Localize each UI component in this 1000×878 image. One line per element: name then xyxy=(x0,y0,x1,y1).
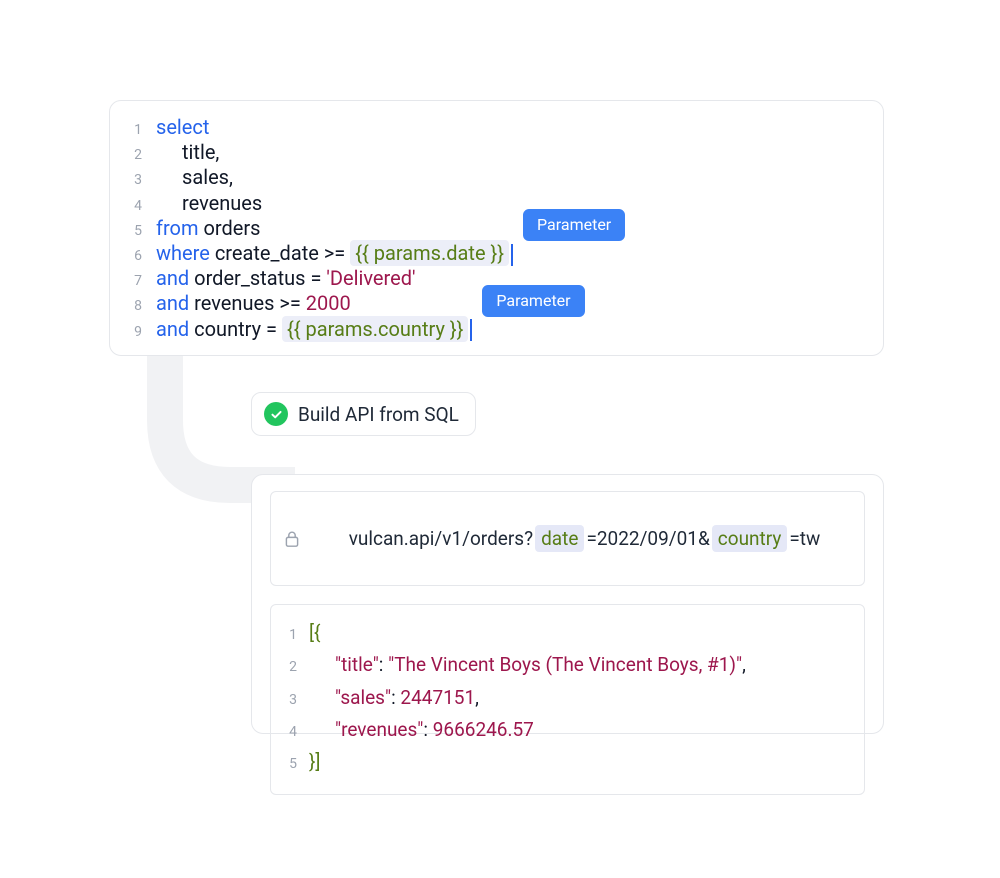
line-number: 7 xyxy=(128,273,156,291)
code-content: select xyxy=(156,115,209,140)
code-line: 3sales, xyxy=(128,165,865,190)
lock-icon xyxy=(283,529,301,549)
api-url-bar: vulcan.api/v1/orders?date=2022/09/01&cou… xyxy=(270,491,865,586)
check-circle-icon xyxy=(264,402,288,426)
code-line: 3"sales": 2447151, xyxy=(285,682,850,714)
api-url-text: vulcan.api/v1/orders?date=2022/09/01&cou… xyxy=(311,502,820,575)
code-content: sales, xyxy=(156,165,233,190)
line-number: 1 xyxy=(285,624,309,648)
parameter-tag: Parameter xyxy=(482,285,584,317)
template-parameter: {{ params.country }} xyxy=(282,316,468,342)
code-line: 1select xyxy=(128,115,865,140)
code-line: 4revenues xyxy=(128,191,865,216)
text-cursor xyxy=(470,319,472,341)
json-response-box: 1[{2"title": "The Vincent Boys (The Vinc… xyxy=(270,604,865,795)
line-number: 1 xyxy=(128,122,156,140)
code-content: }] xyxy=(309,746,320,778)
code-content: where create_date >= {{ params.date }} xyxy=(156,241,513,266)
line-number: 3 xyxy=(285,689,309,713)
code-line: 5from orders xyxy=(128,216,865,241)
sql-editor-panel: 1select2title,3sales,4revenues5from orde… xyxy=(109,100,884,356)
parameter-tag: Parameter xyxy=(523,209,625,241)
code-line: 5}] xyxy=(285,746,850,778)
code-line: 6where create_date >= {{ params.date }}P… xyxy=(128,241,865,266)
line-number: 5 xyxy=(285,753,309,777)
line-number: 3 xyxy=(128,172,156,190)
code-line: 2"title": "The Vincent Boys (The Vincent… xyxy=(285,649,850,681)
url-param-date: date xyxy=(535,525,584,552)
text-cursor xyxy=(511,244,513,266)
line-number: 8 xyxy=(128,298,156,316)
code-content: from orders xyxy=(156,216,260,241)
build-api-badge: Build API from SQL xyxy=(251,392,476,436)
code-content: "sales": 2447151, xyxy=(309,682,479,714)
line-number: 5 xyxy=(128,223,156,241)
url-param-country: country xyxy=(712,525,788,552)
build-api-label: Build API from SQL xyxy=(298,403,459,426)
line-number: 6 xyxy=(128,248,156,266)
line-number: 2 xyxy=(285,656,309,680)
api-result-panel: vulcan.api/v1/orders?date=2022/09/01&cou… xyxy=(251,474,884,734)
line-number: 2 xyxy=(128,147,156,165)
code-line: 4"revenues": 9666246.57 xyxy=(285,714,850,746)
code-content: and country = {{ params.country }} xyxy=(156,317,472,342)
line-number: 4 xyxy=(285,721,309,745)
code-content: "revenues": 9666246.57 xyxy=(309,714,534,746)
template-parameter: {{ params.date }} xyxy=(350,240,509,266)
line-number: 4 xyxy=(128,198,156,216)
code-line: 9and country = {{ params.country }}Param… xyxy=(128,317,865,342)
code-line: 1[{ xyxy=(285,617,850,649)
code-content: and revenues >= 2000 xyxy=(156,291,351,316)
code-content: [{ xyxy=(309,617,320,649)
diagram-canvas: 1select2title,3sales,4revenues5from orde… xyxy=(0,0,1000,878)
code-content: title, xyxy=(156,140,219,165)
code-line: 2title, xyxy=(128,140,865,165)
code-content: and order_status = 'Delivered' xyxy=(156,266,416,291)
code-content: revenues xyxy=(156,191,262,216)
line-number: 9 xyxy=(128,324,156,342)
code-content: "title": "The Vincent Boys (The Vincent … xyxy=(309,649,746,681)
